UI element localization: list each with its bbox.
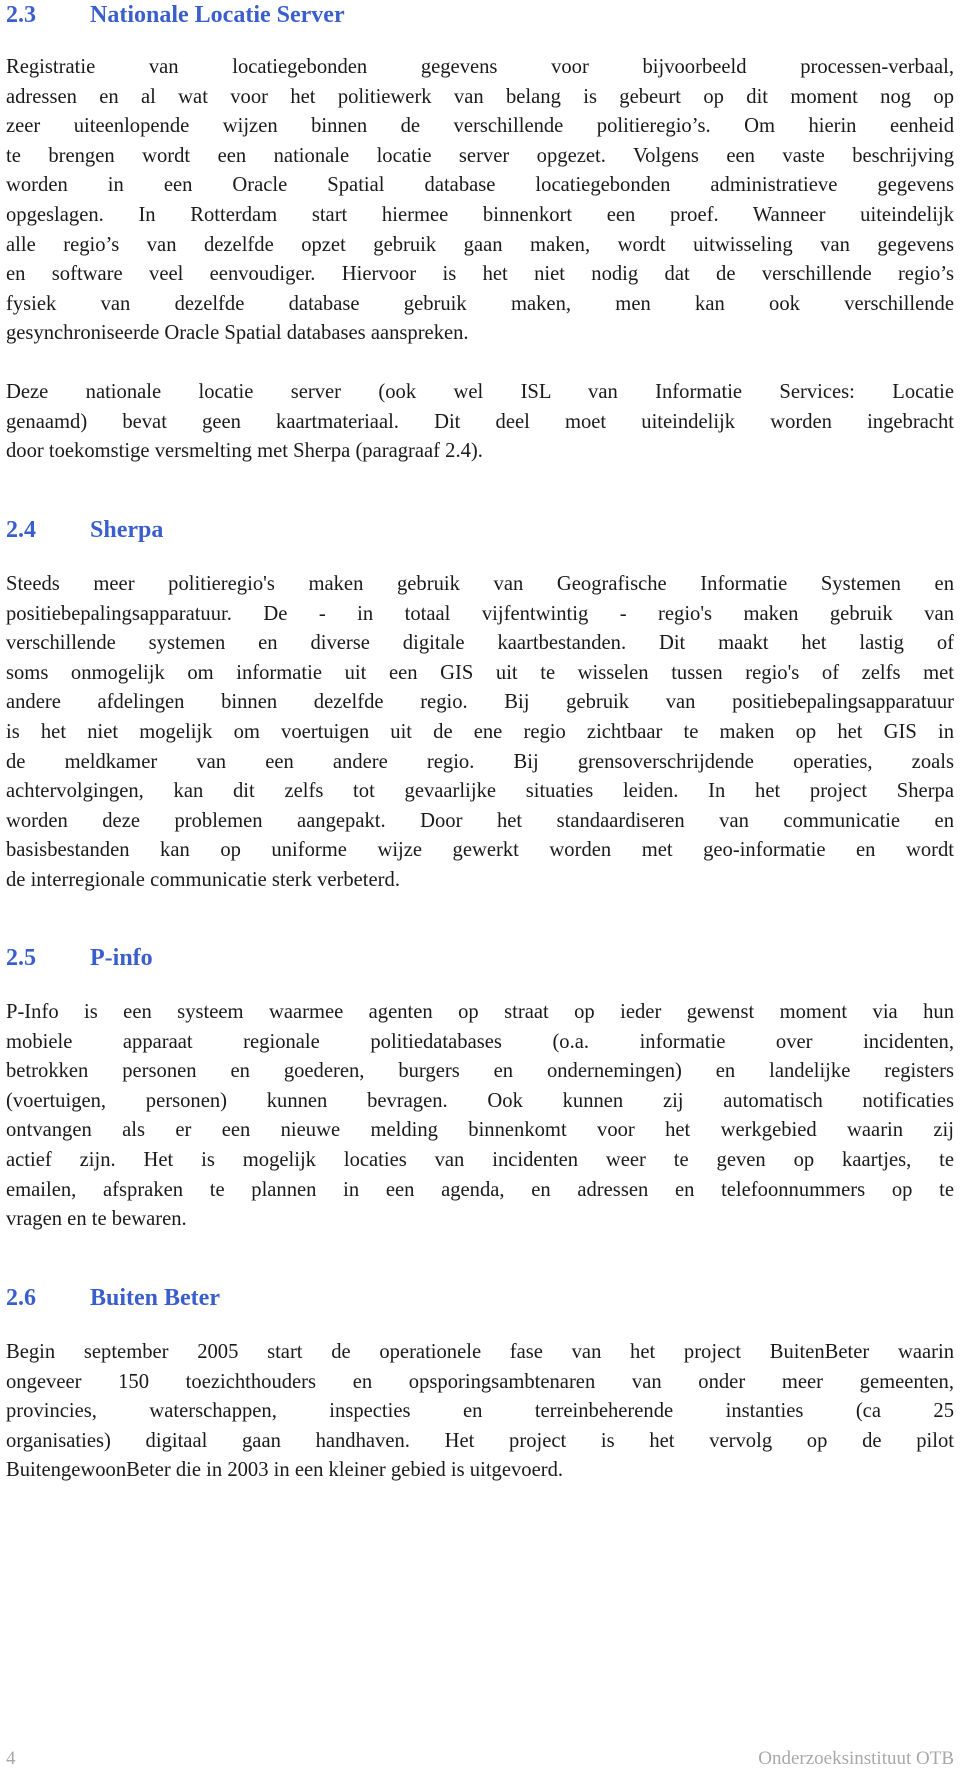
text-line: opgeslagen. In Rotterdam start hiermee b… xyxy=(6,203,954,226)
text-line: achtervolgingen, kan dit zelfs tot gevaa… xyxy=(6,780,954,803)
paragraph: Begin september 2005 start de operatione… xyxy=(6,1338,954,1486)
text-line: soms onmogelijk om informatie uit een GI… xyxy=(6,661,954,684)
text-line: (voertuigen, personen) kunnen bevragen. … xyxy=(6,1089,954,1112)
section-heading-2-4: 2.4 Sherpa xyxy=(6,515,163,545)
section-number: 2.5 xyxy=(6,945,36,971)
text-line: en software veel eenvoudiger. Hiervoor i… xyxy=(6,263,954,286)
text-line: actief zijn. Het is mogelijk locaties va… xyxy=(6,1148,954,1171)
text-line: ontvangen als er een nieuwe melding binn… xyxy=(6,1119,954,1142)
text-line: vragen en te bewaren. xyxy=(6,1208,187,1231)
text-line: adressen en al wat voor het politiewerk … xyxy=(6,85,954,108)
section-number: 2.6 xyxy=(6,1285,36,1311)
text-line: alle regio’s van dezelfde opzet gebruik … xyxy=(6,233,954,256)
section-title: Buiten Beter xyxy=(90,1285,220,1311)
text-line: verschillende systemen en diverse digita… xyxy=(6,632,954,655)
page-number: 4 xyxy=(6,1748,16,1769)
text-line: emailen, afspraken te plannen in een age… xyxy=(6,1178,954,1201)
text-line: zeer uiteenlopende wijzen binnen de vers… xyxy=(6,115,954,138)
text-line: betrokken personen en goederen, burgers … xyxy=(6,1060,954,1083)
text-line: P-Info is een systeem waarmee agenten op… xyxy=(6,1001,954,1023)
text-line: is het niet mogelijk om voertuigen uit d… xyxy=(6,720,954,743)
text-line: worden deze problemen aangepakt. Door he… xyxy=(6,809,954,832)
text-line: te brengen wordt een nationale locatie s… xyxy=(6,144,954,167)
section-title: P-info xyxy=(90,945,153,971)
text-line: gesynchroniseerde Oracle Spatial databas… xyxy=(6,322,469,345)
footer-institute: Onderzoeksinstituut OTB xyxy=(758,1748,954,1769)
text-line: genaamd) bevat geen kaartmateriaal. Dit … xyxy=(6,410,954,433)
text-line: Deze nationale locatie server (ook wel I… xyxy=(6,381,954,403)
text-line: organisaties) digitaal gaan handhaven. H… xyxy=(6,1429,954,1452)
section-heading-2-3: 2.3 Nationale Locatie Server xyxy=(6,0,345,30)
section-heading-2-5: 2.5 P-info xyxy=(6,943,153,973)
text-line: provincies, waterschappen, inspecties en… xyxy=(6,1400,954,1423)
text-line: positiebepalingsapparatuur. De - in tota… xyxy=(6,602,954,625)
text-line: worden in een Oracle Spatial database lo… xyxy=(6,174,954,197)
text-line: basisbestanden kan op uniforme wijze gew… xyxy=(6,839,954,862)
section-heading-2-6: 2.6 Buiten Beter xyxy=(6,1283,220,1313)
paragraph: P-Info is een systeem waarmee agenten op… xyxy=(6,998,954,1235)
text-line: mobiele apparaat regionale politiedataba… xyxy=(6,1030,954,1053)
text-line: door toekomstige versmelting met Sherpa … xyxy=(6,440,483,463)
text-line: Registratie van locatiegebonden gegevens… xyxy=(6,56,954,78)
section-title: Nationale Locatie Server xyxy=(90,2,345,28)
text-line: Begin september 2005 start de operatione… xyxy=(6,1341,954,1363)
text-line: de interregionale communicatie sterk ver… xyxy=(6,868,400,891)
section-number: 2.3 xyxy=(6,2,36,28)
paragraph: Deze nationale locatie server (ook wel I… xyxy=(6,378,954,467)
text-line: ongeveer 150 toezichthouders en opsporin… xyxy=(6,1370,954,1393)
text-line: de meldkamer van een andere regio. Bij g… xyxy=(6,750,954,773)
text-line: andere afdelingen binnen dezelfde regio.… xyxy=(6,691,954,714)
text-line: Steeds meer politieregio's maken gebruik… xyxy=(6,573,954,595)
text-line: BuitengewoonBeter die in 2003 in een kle… xyxy=(6,1459,564,1482)
paragraph: Steeds meer politieregio's maken gebruik… xyxy=(6,570,954,896)
paragraph: Registratie van locatiegebonden gegevens… xyxy=(6,53,954,349)
section-number: 2.4 xyxy=(6,517,36,543)
section-title: Sherpa xyxy=(90,517,164,543)
text-line: fysiek van dezelfde database gebruik mak… xyxy=(6,292,954,315)
